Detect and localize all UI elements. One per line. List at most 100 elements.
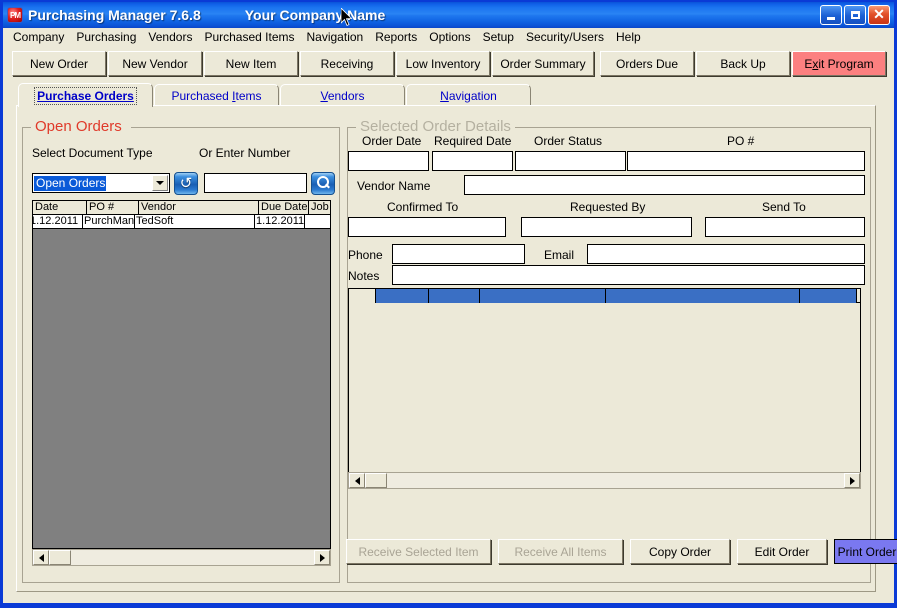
vendor-name-input[interactable] [464,175,865,195]
maximize-icon [850,11,860,19]
window-controls: ✕ [820,5,890,25]
tab-navigation[interactable]: Navigation [406,84,531,106]
new-order-button[interactable]: New Order [12,51,106,76]
minimize-icon [827,17,835,20]
send-to-label: Send To [762,200,806,214]
close-icon: ✕ [873,6,885,22]
tab-purchased-items[interactable]: Purchased Items [154,84,279,106]
orders-due-button[interactable]: Orders Due [600,51,694,76]
open-orders-grid[interactable]: Date PO # Vendor Due Date Job No 1.12.20… [32,200,331,549]
item-col-header-0[interactable] [349,289,376,303]
order-date-input[interactable] [348,151,429,171]
requested-by-label: Requested By [570,200,646,214]
tab-navigation-label: Navigation [440,88,497,103]
receive-selected-item-button[interactable]: Receive Selected Item [346,539,491,564]
close-button[interactable]: ✕ [868,5,890,25]
new-vendor-button[interactable]: New Vendor [108,51,202,76]
open-orders-hscrollbar[interactable] [32,549,331,566]
col-header-po[interactable]: PO # [87,201,139,214]
client-area: Company Purchasing Vendors Purchased Ite… [3,28,897,603]
confirmed-to-label: Confirmed To [387,200,459,214]
confirmed-to-input[interactable] [348,217,506,237]
vendor-name-label: Vendor Name [357,179,431,193]
tab-strip: Purchase Orders Purchased Items Vendors … [16,83,876,107]
menu-item-reports[interactable]: Reports [369,29,423,45]
cell-job-no [305,215,330,228]
item-col-header-3[interactable] [480,289,606,303]
minimize-button[interactable] [820,5,842,25]
copy-order-button[interactable]: Copy Order [630,539,730,564]
scroll-track[interactable] [387,473,844,488]
tab-vendors[interactable]: Vendors [280,84,405,106]
order-status-label: Order Status [534,134,603,148]
requested-by-input[interactable] [521,217,692,237]
menu-item-purchasing[interactable]: Purchasing [70,29,142,45]
selected-order-details-title: Selected Order Details [356,118,515,135]
item-col-header-4[interactable] [606,289,800,303]
order-items-hscrollbar[interactable] [348,472,861,489]
open-orders-grid-header: Date PO # Vendor Due Date Job No [33,201,330,215]
col-header-job-no[interactable]: Job No [309,201,330,214]
col-header-date[interactable]: Date [33,201,87,214]
menu-item-company[interactable]: Company [7,29,70,45]
order-number-input[interactable] [204,173,307,193]
required-date-input[interactable] [432,151,513,171]
menu-item-navigation[interactable]: Navigation [301,29,370,45]
arrow-left-icon[interactable] [33,550,49,565]
notes-label: Notes [348,269,380,283]
tab-purchase-orders[interactable]: Purchase Orders [18,83,153,107]
receive-all-items-button[interactable]: Receive All Items [498,539,623,564]
menu-item-vendors[interactable]: Vendors [142,29,198,45]
receiving-button[interactable]: Receiving [300,51,394,76]
scroll-thumb[interactable] [365,473,387,488]
scroll-thumb[interactable] [49,550,71,565]
menu-item-security-users[interactable]: Security/Users [520,29,610,45]
arrow-right-icon[interactable] [844,473,860,488]
order-status-input[interactable] [515,151,626,171]
cell-po: PurchMan [84,215,135,228]
title-bar: PM Purchasing Manager 7.6.8 Your Company… [3,2,894,28]
menu-item-setup[interactable]: Setup [477,29,520,45]
company-name-label: Your Company Name [244,7,386,23]
email-label: Email [544,248,575,262]
phone-input[interactable] [392,244,525,264]
refresh-icon[interactable]: ↺ [174,172,198,195]
order-items-grid-body [349,303,860,453]
col-header-due-date[interactable]: Due Date [259,201,309,214]
order-summary-button[interactable]: Order Summary [492,51,594,76]
tab-purchase-orders-label: Purchase Orders [34,86,137,105]
tab-vendors-label: Vendors [320,88,365,103]
menu-item-help[interactable]: Help [610,29,647,45]
pm-logo-icon: PM [7,7,23,23]
search-icon[interactable] [311,172,335,195]
chevron-down-icon[interactable] [152,175,168,191]
arrow-left-icon[interactable] [349,473,365,488]
table-row[interactable]: 1.12.2011 PurchMan TedSoft 1.12.2011 [33,215,330,229]
notes-input[interactable] [392,265,865,285]
low-inventory-button[interactable]: Low Inventory [396,51,490,76]
open-orders-group-title: Open Orders [31,118,126,135]
email-input[interactable] [587,244,865,264]
edit-order-button[interactable]: Edit Order [737,539,827,564]
menu-item-purchased-items[interactable]: Purchased Items [198,29,300,45]
print-order-button[interactable]: Print Order [834,539,897,564]
maximize-button[interactable] [844,5,866,25]
item-col-header-5[interactable] [800,289,857,303]
menu-item-options[interactable]: Options [423,29,476,45]
document-type-combobox[interactable]: Open Orders [32,173,170,193]
phone-label: Phone [348,248,383,262]
po-number-input[interactable] [627,151,865,171]
back-up-button[interactable]: Back Up [696,51,790,76]
col-header-vendor[interactable]: Vendor [139,201,259,214]
scroll-track[interactable] [71,550,314,565]
exit-program-button[interactable]: Ex it Program [792,51,886,76]
item-col-header-2[interactable] [429,289,480,303]
arrow-right-icon[interactable] [314,550,330,565]
order-date-label: Order Date [362,134,422,148]
order-items-grid[interactable] [348,288,861,473]
item-col-header-1[interactable] [376,289,429,303]
send-to-input[interactable] [705,217,865,237]
new-item-button[interactable]: New Item [204,51,298,76]
window-title: Purchasing Manager 7.6.8 [28,7,201,23]
tab-purchased-items-label: Purchased Items [171,88,262,103]
